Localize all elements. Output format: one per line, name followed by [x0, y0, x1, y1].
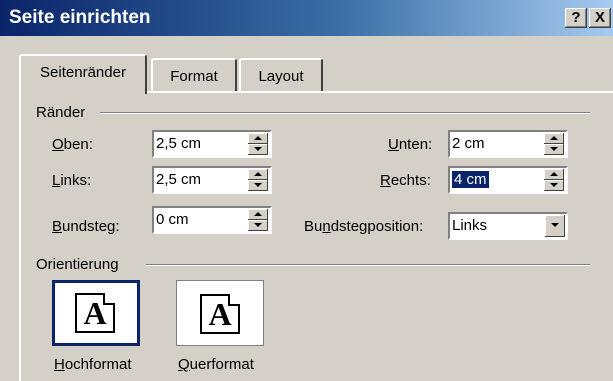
margins-group-divider	[100, 112, 590, 114]
landscape-page-icon: A	[200, 294, 240, 334]
gutter-position-label: Bundstegposition:	[304, 218, 424, 235]
gutter-position-select[interactable]: Links	[448, 212, 568, 240]
tab-label: Seitenränder	[40, 64, 126, 81]
arrow-up-icon	[254, 172, 262, 176]
landscape-button[interactable]: A	[176, 280, 264, 346]
right-margin-label: Rechts:	[380, 172, 431, 189]
tab-label: Format	[170, 68, 218, 85]
close-icon: X	[594, 9, 605, 26]
arrow-up-icon	[254, 212, 262, 216]
top-margin-up-button[interactable]	[248, 133, 268, 144]
help-icon: ?	[571, 9, 581, 26]
bottom-margin-up-button[interactable]	[544, 133, 564, 144]
bottom-margin-value[interactable]: 2 cm	[452, 135, 485, 152]
tab-label: Layout	[258, 68, 304, 85]
top-margin-down-button[interactable]	[248, 144, 268, 155]
arrow-up-icon	[550, 172, 558, 176]
arrow-down-icon	[550, 147, 558, 151]
gutter-spinner[interactable]: 0 cm	[152, 206, 272, 234]
right-margin-value[interactable]: 4 cm	[452, 171, 489, 188]
arrow-down-icon	[254, 223, 262, 227]
left-margin-value[interactable]: 2,5 cm	[156, 171, 201, 188]
title-bar[interactable]: Seite einrichten ? X	[0, 0, 613, 36]
arrow-up-icon	[550, 136, 558, 140]
gutter-position-value[interactable]: Links	[452, 217, 487, 234]
gutter-value[interactable]: 0 cm	[156, 211, 189, 228]
chevron-down-icon	[551, 223, 559, 227]
gutter-label: Bundsteg:	[52, 218, 120, 235]
landscape-label: Querformat	[178, 356, 254, 373]
right-margin-spinner[interactable]: 4 cm	[448, 166, 568, 194]
tab-format[interactable]: Format	[151, 58, 237, 91]
portrait-button[interactable]: A	[52, 280, 140, 346]
top-margin-value[interactable]: 2,5 cm	[156, 135, 201, 152]
margins-group-label: Ränder	[36, 104, 86, 121]
top-margin-label: Oben:	[52, 136, 93, 153]
arrow-down-icon	[254, 183, 262, 187]
close-button[interactable]: X	[589, 8, 611, 28]
left-margin-label: Links:	[52, 172, 92, 189]
portrait-label: Hochformat	[54, 356, 132, 373]
portrait-page-icon: A	[75, 293, 115, 333]
bottom-margin-label: Unten:	[388, 136, 433, 153]
window-title: Seite einrichten	[9, 7, 151, 28]
orientation-group-label: Orientierung	[36, 256, 119, 273]
arrow-up-icon	[254, 136, 262, 140]
bottom-margin-down-button[interactable]	[544, 144, 564, 155]
left-margin-up-button[interactable]	[248, 169, 268, 180]
orientation-group-divider	[146, 264, 590, 266]
gutter-up-button[interactable]	[248, 209, 268, 220]
tab-layout[interactable]: Layout	[239, 58, 323, 91]
tab-seitenraender[interactable]: Seitenränder	[19, 54, 147, 94]
top-margin-spinner[interactable]: 2,5 cm	[152, 130, 272, 158]
left-margin-down-button[interactable]	[248, 180, 268, 191]
right-margin-up-button[interactable]	[544, 169, 564, 180]
arrow-down-icon	[550, 183, 558, 187]
arrow-down-icon	[254, 147, 262, 151]
help-button[interactable]: ?	[565, 8, 587, 28]
gutter-down-button[interactable]	[248, 220, 268, 231]
left-margin-spinner[interactable]: 2,5 cm	[152, 166, 272, 194]
bottom-margin-spinner[interactable]: 2 cm	[448, 130, 568, 158]
gutter-position-dropdown-button[interactable]	[545, 215, 565, 237]
right-margin-down-button[interactable]	[544, 180, 564, 191]
